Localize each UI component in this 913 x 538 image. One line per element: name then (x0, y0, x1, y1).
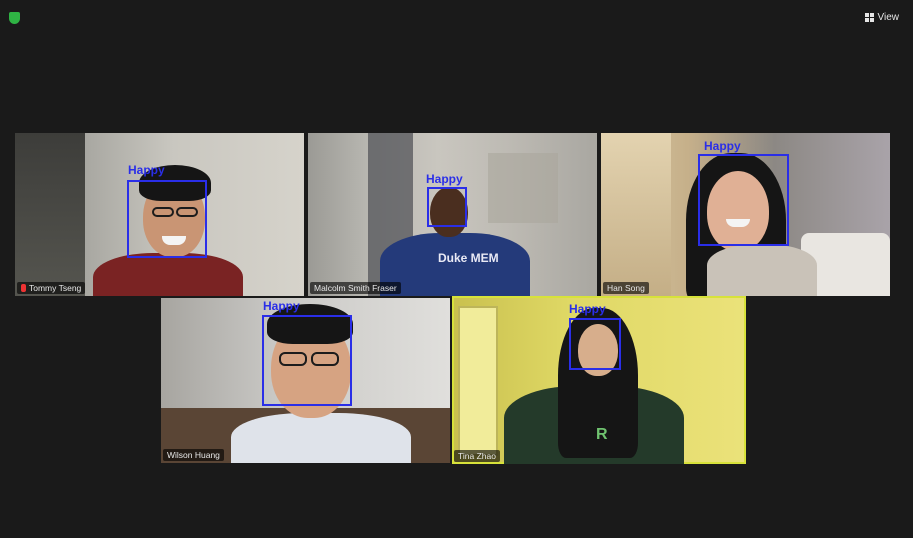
name-tag: Han Song (603, 282, 649, 294)
face-detection-box (698, 154, 789, 246)
emotion-label: Happy (128, 163, 165, 177)
face-detection-box (569, 318, 621, 370)
video-tile-wilson-huang[interactable]: Happy Wilson Huang (161, 298, 450, 463)
participant-name: Tina Zhao (458, 451, 496, 461)
video-tile-tina-zhao[interactable]: R Happy Tina Zhao (452, 296, 746, 464)
grid-view-icon (864, 12, 874, 22)
emotion-label: Happy (426, 172, 463, 186)
participant-name: Wilson Huang (167, 450, 220, 460)
name-tag: Malcolm Smith Fraser (310, 282, 401, 294)
name-tag: Tommy Tseng (17, 282, 86, 294)
participant-body (231, 413, 411, 463)
wall (601, 133, 671, 296)
shelf (488, 153, 558, 223)
video-tile-tommy-tseng[interactable]: Happy Tommy Tseng (15, 133, 304, 296)
face-detection-box (427, 187, 467, 227)
mic-muted-icon (21, 284, 26, 292)
door (458, 306, 498, 456)
meeting-top-bar: View (0, 0, 913, 34)
face-detection-box (262, 315, 352, 406)
emotion-label: Happy (569, 302, 606, 316)
view-button[interactable]: View (864, 9, 900, 25)
video-tile-malcolm-smith-fraser[interactable]: Duke MEM Happy Malcolm Smith Fraser (308, 133, 597, 296)
name-tag: Tina Zhao (454, 450, 500, 462)
shield-icon[interactable] (9, 12, 20, 24)
participant-name: Tommy Tseng (29, 283, 82, 293)
emotion-label: Happy (263, 299, 300, 313)
shirt-text: Duke MEM (438, 251, 499, 265)
video-tile-han-song[interactable]: Happy Han Song (601, 133, 890, 296)
cat (707, 245, 817, 296)
participant-body (93, 253, 243, 296)
dark-wall (15, 133, 85, 296)
participant-name: Malcolm Smith Fraser (314, 283, 397, 293)
view-label: View (877, 11, 900, 23)
shirt-logo: R (596, 426, 608, 443)
emotion-label: Happy (704, 139, 741, 153)
participant-name: Han Song (607, 283, 645, 293)
face-detection-box (127, 180, 207, 258)
name-tag: Wilson Huang (163, 449, 224, 461)
